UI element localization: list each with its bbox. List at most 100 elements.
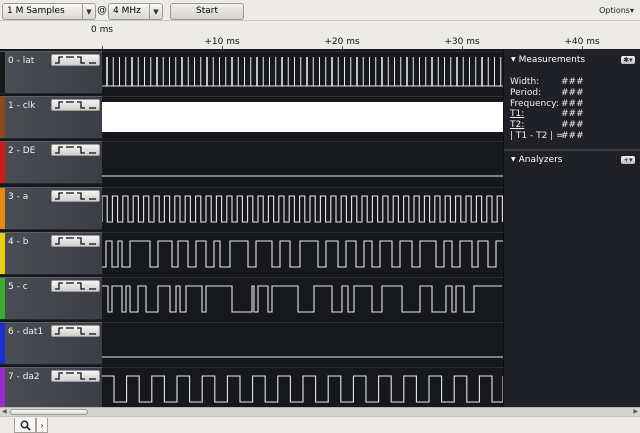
trigger-settings-button[interactable]	[51, 280, 100, 292]
measurement-label: T2:	[510, 120, 525, 131]
channel-row: 2 - DE	[0, 141, 503, 185]
waveform-line	[102, 195, 503, 223]
time-ruler[interactable]: 0 ms +10 ms +20 ms +30 ms +40 ms	[0, 21, 640, 50]
waveform-area[interactable]	[102, 231, 503, 275]
measurement-label: Width:	[510, 77, 540, 87]
edge-trigger-icon	[55, 372, 96, 381]
channel-label[interactable]: 5 - c	[0, 277, 102, 320]
trigger-settings-button[interactable]	[51, 54, 100, 66]
analyzers-header[interactable]: ▼ Analyzers +▾	[504, 153, 640, 167]
channel-name: 4 - b	[8, 236, 29, 247]
scroll-left-icon[interactable]: ◀	[2, 408, 7, 415]
scroll-right-icon[interactable]: ▶	[633, 408, 638, 415]
channel-label[interactable]: 1 - clk	[0, 96, 102, 140]
channel-name: 2 - DE	[8, 146, 36, 157]
channel-color-strip	[0, 97, 5, 139]
channel-name: 0 - lat	[8, 56, 35, 66]
channel-color-strip	[0, 368, 5, 410]
sample-rate-value: 4 MHz	[113, 6, 141, 16]
waveform-area[interactable]	[102, 277, 503, 320]
measurement-label: Frequency:	[510, 98, 559, 109]
search-tab[interactable]	[14, 418, 36, 433]
edge-trigger-icon	[55, 237, 96, 245]
channel-row: 6 - dat1	[0, 322, 503, 366]
sample-rate-dropdown[interactable]: 4 MHz ▼	[108, 3, 163, 20]
zero-time-label: 0 ms	[90, 25, 114, 35]
waveform	[102, 356, 503, 358]
next-tab[interactable]: ›	[36, 418, 48, 433]
measurement-label: | T1 - T2 | =	[510, 131, 564, 141]
channel-label[interactable]: 0 - lat	[0, 51, 102, 94]
edge-trigger-icon	[55, 327, 96, 335]
sample-count-dropdown[interactable]: 1 M Samples ▼	[2, 3, 96, 20]
measurement-label: Period:	[510, 87, 542, 98]
waveform	[102, 285, 502, 313]
channel-label[interactable]: 6 - dat1	[0, 322, 102, 366]
waveform-area[interactable]	[102, 51, 503, 94]
waveform	[102, 240, 503, 268]
waveform	[102, 175, 503, 177]
analyzers-title: Analyzers	[518, 155, 563, 165]
measurement-value: ###	[561, 87, 584, 98]
trigger-settings-button[interactable]	[51, 234, 100, 247]
options-menu[interactable]: Options▾	[599, 6, 634, 15]
measurement-value: ###	[561, 98, 584, 109]
measurement-value: ###	[561, 109, 584, 120]
edge-trigger-icon	[55, 101, 96, 109]
channel-color-strip	[0, 278, 5, 319]
channel-row: 5 - c	[0, 277, 503, 320]
measurement-row: | T1 - T2 | = ###	[510, 131, 584, 141]
trigger-settings-button[interactable]	[51, 189, 100, 202]
waveform	[102, 102, 503, 133]
waveform-line	[102, 240, 503, 268]
panel-divider	[504, 149, 640, 151]
measurements-title: Measurements	[518, 55, 586, 65]
expand-triangle-icon: ▼	[511, 156, 516, 163]
measurement-value: ###	[561, 131, 584, 141]
channel-label[interactable]: 7 - da2	[0, 367, 102, 411]
trigger-settings-button[interactable]	[51, 325, 100, 338]
trigger-settings-button[interactable]	[51, 144, 100, 157]
channel-name: 7 - da2	[8, 372, 40, 383]
waveform-area[interactable]	[102, 186, 503, 230]
channel-name: 1 - clk	[8, 101, 36, 112]
channel-name: 5 - c	[8, 282, 28, 292]
waveform-area[interactable]	[102, 96, 503, 140]
scrollbar-thumb[interactable]	[10, 409, 88, 415]
channel-color-strip	[0, 52, 5, 93]
channel-label[interactable]: 2 - DE	[0, 141, 102, 185]
waveform-line	[102, 285, 502, 313]
measurement-row: Period: ###	[510, 87, 584, 98]
expand-triangle-icon: ▼	[511, 56, 516, 63]
channel-row: 1 - clk	[0, 96, 503, 140]
waveform-area[interactable]	[102, 141, 503, 185]
waveform	[102, 195, 503, 223]
channel-color-strip	[0, 232, 5, 274]
edge-trigger-icon	[55, 282, 96, 290]
measurements-header[interactable]: ▼ Measurements ✱▾	[504, 53, 640, 67]
gear-icon[interactable]: ✱▾	[621, 56, 635, 64]
side-panel: ▼ Measurements ✱▾ Width: ### Period: ### Freq…	[503, 49, 640, 407]
trigger-settings-button[interactable]	[51, 370, 100, 383]
channel-label[interactable]: 3 - a	[0, 186, 102, 230]
start-button[interactable]: Start	[170, 3, 244, 20]
chevron-right-icon: ›	[40, 420, 44, 430]
waveform-area[interactable]	[102, 367, 503, 411]
measurement-row: Frequency: ###	[510, 98, 584, 109]
channel-list: 0 - lat 1 - clk 2 - DE 3 - a 4 - b 5 - c…	[0, 49, 503, 411]
horizontal-scrollbar[interactable]: ◀ ▶	[0, 407, 640, 416]
channel-row: 3 - a	[0, 186, 503, 230]
channel-color-strip	[0, 187, 5, 229]
waveform-dense-block	[102, 102, 503, 133]
trigger-settings-button[interactable]	[51, 99, 100, 112]
measurement-value: ###	[561, 77, 584, 87]
chevron-down-icon: ▼	[82, 4, 95, 19]
channel-row: 7 - da2	[0, 367, 503, 411]
channel-row: 4 - b	[0, 231, 503, 275]
waveform-area[interactable]	[102, 322, 503, 366]
measurement-row: Width: ###	[510, 77, 584, 87]
add-icon[interactable]: +▾	[621, 156, 635, 164]
bottom-status-bar: ›	[0, 416, 640, 433]
channel-label[interactable]: 4 - b	[0, 231, 102, 275]
edge-trigger-icon	[55, 191, 96, 200]
